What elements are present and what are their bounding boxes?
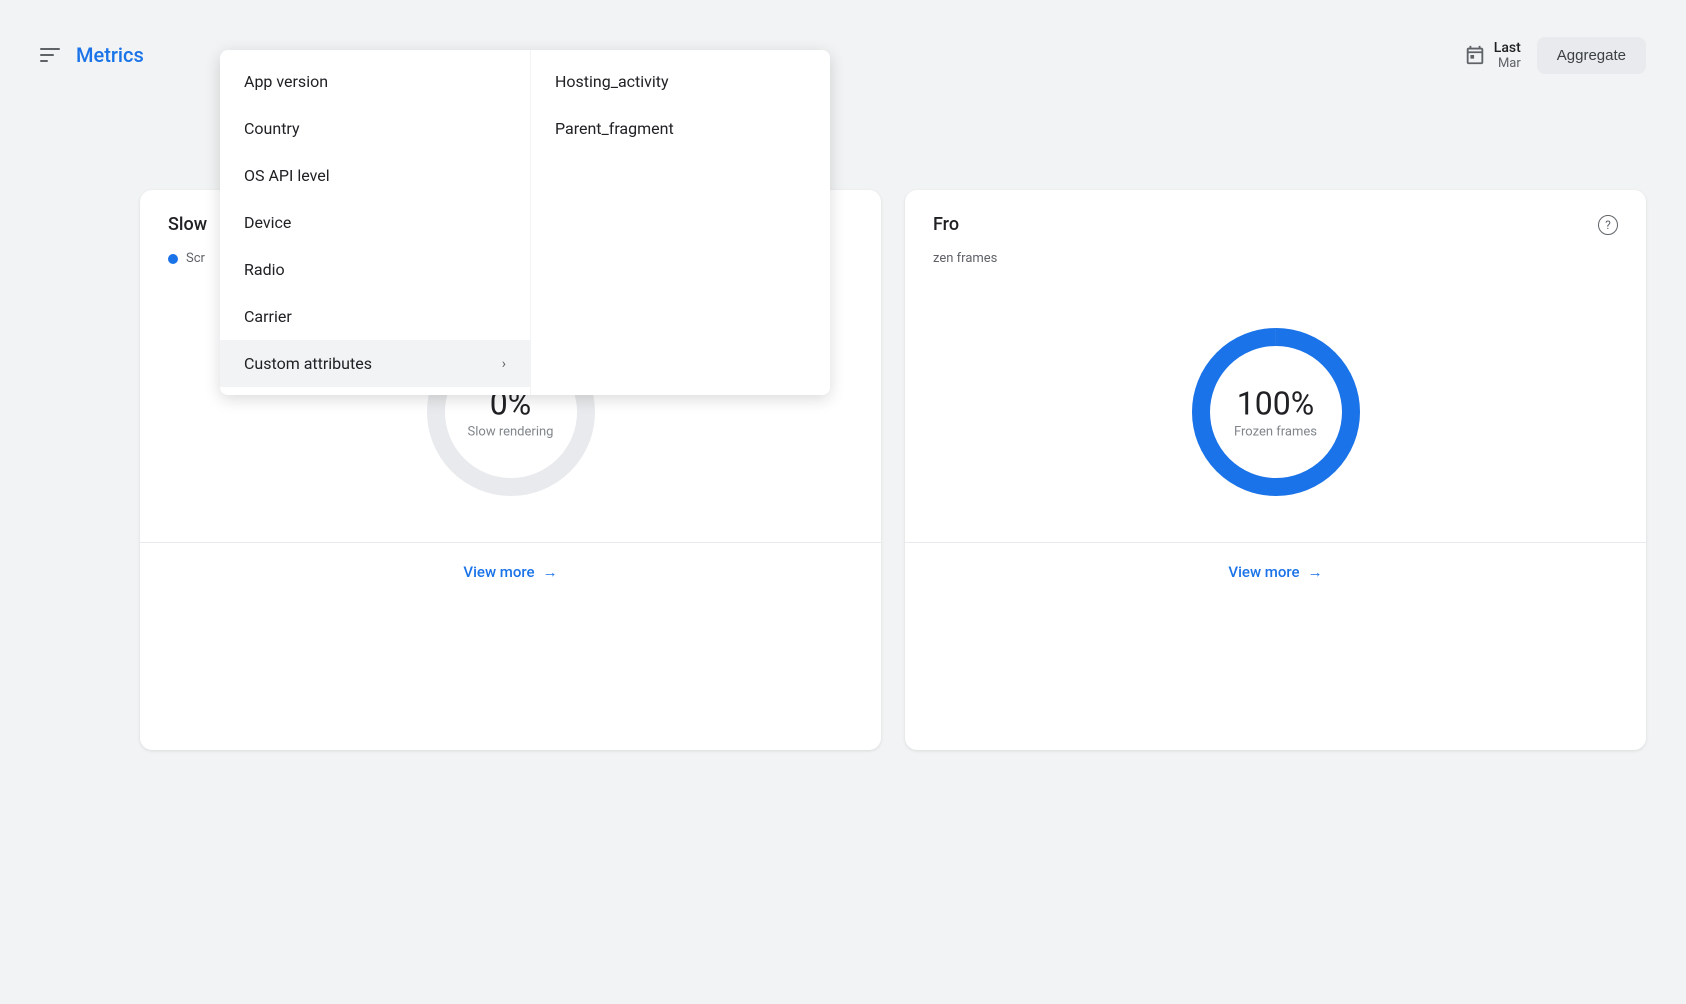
menu-item-hosting-activity[interactable]: Hosting_activity <box>531 58 830 105</box>
donut-label-slow: Slow rendering <box>468 425 554 440</box>
menu-item-country-label: Country <box>244 119 300 138</box>
card-header-frozen: Fro ? <box>905 190 1646 251</box>
donut-label-frozen: Frozen frames <box>1234 425 1317 440</box>
menu-item-device[interactable]: Device <box>220 199 530 246</box>
donut-frozen: 100% Frozen frames <box>1176 312 1376 512</box>
card-footer-frozen: View more → <box>905 542 1646 601</box>
date-last-label: Last <box>1494 40 1521 56</box>
menu-item-parent-fragment-label: Parent_fragment <box>555 119 674 138</box>
donut-percent-frozen: 100% <box>1234 385 1317 423</box>
chevron-right-icon: › <box>502 356 506 372</box>
menu-item-carrier[interactable]: Carrier <box>220 293 530 340</box>
legend-frozen: zen frames <box>905 251 1646 282</box>
card-footer-slow: View more → <box>140 542 881 601</box>
menu-item-device-label: Device <box>244 213 291 232</box>
menu-item-radio-label: Radio <box>244 260 285 279</box>
dropdown-primary-column: App version Country OS API level Device … <box>220 50 530 395</box>
chart-area-frozen: 100% Frozen frames <box>905 282 1646 542</box>
date-month-label: Mar <box>1494 56 1521 71</box>
filter-icon[interactable] <box>40 48 60 62</box>
menu-item-app-version-label: App version <box>244 72 328 91</box>
menu-item-custom-attributes-label: Custom attributes <box>244 354 372 373</box>
view-more-slow-text: View more <box>463 563 534 581</box>
menu-item-app-version[interactable]: App version <box>220 58 530 105</box>
card-title-slow: Slow <box>168 214 207 235</box>
arrow-right-icon-frozen: → <box>1308 563 1323 581</box>
metrics-label: Metrics <box>76 43 144 67</box>
card-title-frozen: Fro <box>933 214 959 235</box>
legend-dot-slow <box>168 254 178 264</box>
card-top-right: ? <box>1598 215 1618 235</box>
menu-item-parent-fragment[interactable]: Parent_fragment <box>531 105 830 152</box>
header-left: Metrics <box>40 43 144 67</box>
view-more-frozen-text: View more <box>1228 563 1299 581</box>
legend-text-slow: Scr <box>186 251 205 266</box>
menu-item-radio[interactable]: Radio <box>220 246 530 293</box>
donut-center-frozen: 100% Frozen frames <box>1234 385 1317 440</box>
arrow-right-icon-slow: → <box>543 563 558 581</box>
menu-item-hosting-activity-label: Hosting_activity <box>555 72 669 91</box>
menu-item-custom-attributes[interactable]: Custom attributes › <box>220 340 530 387</box>
menu-item-carrier-label: Carrier <box>244 307 292 326</box>
menu-item-country[interactable]: Country <box>220 105 530 152</box>
dropdown-secondary-column: Hosting_activity Parent_fragment <box>530 50 830 395</box>
calendar-icon <box>1464 44 1486 66</box>
menu-item-os-api-level-label: OS API level <box>244 166 330 185</box>
legend-text-frozen: zen frames <box>933 251 997 266</box>
dropdown-menu: App version Country OS API level Device … <box>220 50 830 395</box>
frozen-frames-card: Fro ? zen frames 100% Frozen frames <box>905 190 1646 750</box>
info-icon-frozen[interactable]: ? <box>1598 215 1618 235</box>
header-right: Last Mar Aggregate <box>1464 37 1646 74</box>
date-section: Last Mar <box>1464 40 1521 71</box>
view-more-slow[interactable]: View more → <box>463 563 557 581</box>
aggregate-button[interactable]: Aggregate <box>1537 37 1646 74</box>
menu-item-os-api-level[interactable]: OS API level <box>220 152 530 199</box>
view-more-frozen[interactable]: View more → <box>1228 563 1322 581</box>
